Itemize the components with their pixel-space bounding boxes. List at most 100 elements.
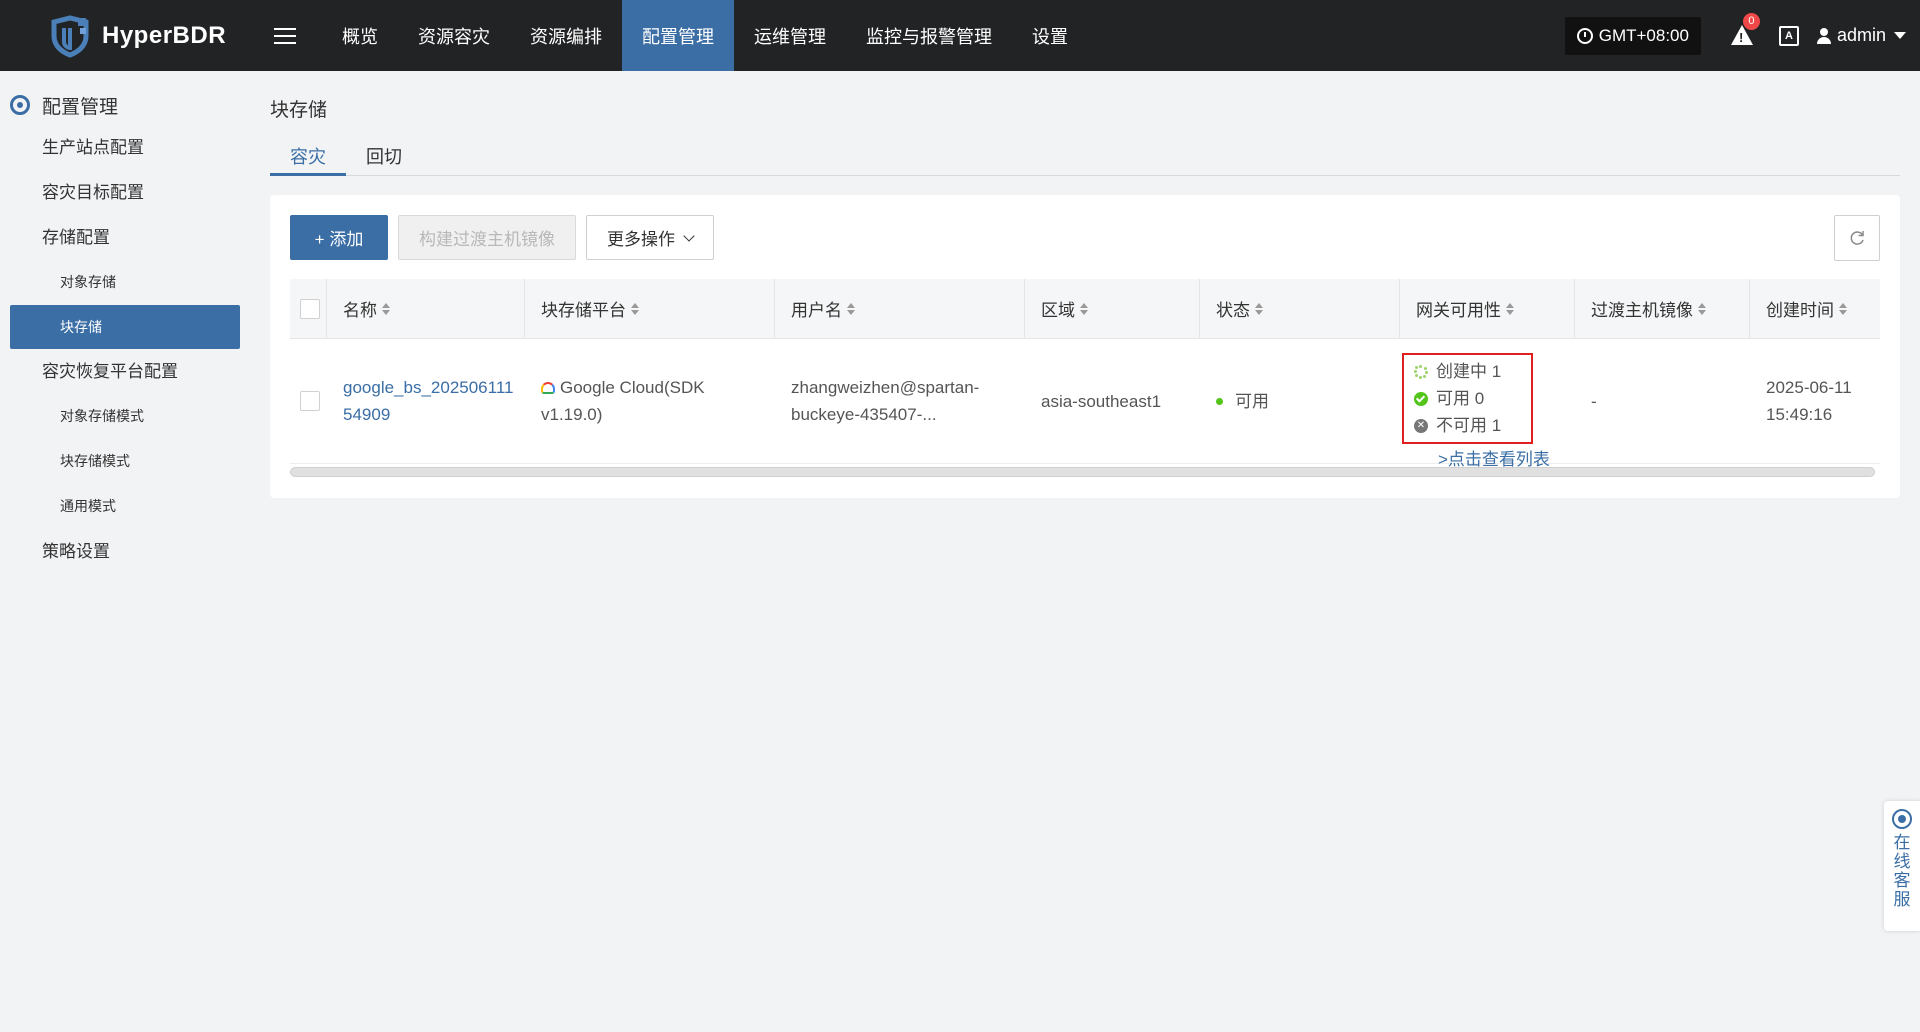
username-text-cont: buckeye-435407-... [791,405,937,424]
header-checkbox-cell [290,278,327,339]
cell-created: 2025-06-11 15:49:16 [1750,374,1880,428]
cell-name[interactable]: google_bs_202506111 54909 [327,374,525,428]
sidebar-item-object-storage[interactable]: 对象存储 [0,260,250,305]
username: admin [1836,25,1886,45]
storage-name-link[interactable]: google_bs_202506111 [343,374,525,401]
sidebar-item-block-storage[interactable]: 块存储 [10,305,240,349]
nav-ops-management[interactable]: 运维管理 [734,0,846,71]
table-row: google_bs_202506111 54909 Google Cloud(S… [290,339,1880,469]
main-content: 块存储 容灾 回切 + 添加 构建过渡主机镜像 更多操作 名称 块存储平台 用户… [270,71,1900,498]
horizontal-scrollbar[interactable] [290,467,1875,477]
user-menu[interactable]: admin [1816,25,1906,46]
tab-dr[interactable]: 容灾 [270,142,346,176]
row-checkbox[interactable] [300,391,320,411]
header-created[interactable]: 创建时间 [1750,279,1880,339]
close-circle-icon: ✕ [1414,418,1428,433]
online-support-widget[interactable]: 在线客服 [1884,801,1920,931]
headset-icon [1892,809,1912,829]
created-time: 15:49:16 [1766,405,1833,424]
sidebar-item-dr-platform-config[interactable]: 容灾恢复平台配置 [0,349,250,394]
chevron-down-icon [683,229,695,242]
more-actions-button[interactable]: 更多操作 [586,215,714,260]
sidebar-item-object-storage-mode[interactable]: 对象存储模式 [0,394,250,439]
status-dot-icon [1216,397,1223,405]
main-nav: 概览 资源容灾 资源编排 配置管理 运维管理 监控与报警管理 设置 [322,0,1088,71]
google-cloud-icon [541,382,555,394]
caret-down-icon [1894,32,1906,39]
tab-failback[interactable]: 回切 [346,142,422,176]
sidebar-item-storage-config[interactable]: 存储配置 [0,215,250,260]
tabs: 容灾 回切 [270,142,1900,176]
storage-card: + 添加 构建过渡主机镜像 更多操作 名称 块存储平台 用户名 区域 状态 网关… [270,195,1900,498]
timezone-label: GMT+08:00 [1598,25,1689,45]
gateway-available: 可用 0 [1414,385,1521,412]
sort-icon [1839,302,1847,315]
storage-name-link-cont[interactable]: 54909 [343,401,525,428]
nav-monitoring-alerts[interactable]: 监控与报警管理 [846,0,1012,71]
gateway-unavailable: ✕ 不可用 1 [1414,412,1521,439]
table-header: 名称 块存储平台 用户名 区域 状态 网关可用性 过渡主机镜像 创建时间 [290,278,1880,339]
nav-resource-orchestration[interactable]: 资源编排 [510,0,622,71]
gateway-highlight-box: 创建中 1 可用 0 ✕ 不可用 1 [1402,353,1533,444]
header-transition-image[interactable]: 过渡主机镜像 [1575,278,1750,339]
header-username[interactable]: 用户名 [775,278,1025,339]
sidebar-item-block-storage-mode[interactable]: 块存储模式 [0,439,250,484]
hyperbdr-logo-icon [51,14,89,58]
status-text: 可用 [1235,391,1269,411]
sidebar-header[interactable]: 配置管理 [0,85,250,125]
menu-toggle-icon[interactable] [274,23,296,49]
brand[interactable]: HyperBDR [0,14,260,58]
check-circle-icon [1414,391,1428,406]
cell-transition-image: - [1591,391,1597,411]
nav-resource-dr[interactable]: 资源容灾 [398,0,510,71]
sidebar-item-generic-mode[interactable]: 通用模式 [0,484,250,529]
header-gateway[interactable]: 网关可用性 [1400,278,1575,339]
header-status[interactable]: 状态 [1200,278,1400,339]
clock-icon [1576,27,1593,44]
nav-config-management[interactable]: 配置管理 [622,0,734,71]
header-name[interactable]: 名称 [327,278,525,339]
brand-name: HyperBDR [102,21,227,49]
sidebar-item-production-site[interactable]: 生产站点配置 [0,125,250,170]
header-username-label: 用户名 [791,301,842,320]
header-transition-image-label: 过渡主机镜像 [1591,301,1693,320]
sidebar-item-policy-settings[interactable]: 策略设置 [0,529,250,574]
toolbar: + 添加 构建过渡主机镜像 更多操作 [290,215,724,260]
platform-text: Google Cloud(SDK [560,378,705,397]
top-navbar: HyperBDR 概览 资源容灾 资源编排 配置管理 运维管理 监控与报警管理 … [0,0,1920,71]
sort-icon [1506,302,1514,315]
storage-table: 名称 块存储平台 用户名 区域 状态 网关可用性 过渡主机镜像 创建时间 goo… [290,278,1880,469]
header-status-label: 状态 [1216,301,1250,320]
build-image-button[interactable]: 构建过渡主机镜像 [398,215,576,260]
sort-icon [1080,302,1088,315]
created-date: 2025-06-11 [1766,378,1852,397]
alerts-button[interactable]: 0 [1730,12,1760,47]
cell-gateway: 创建中 1 可用 0 ✕ 不可用 1 >点击查看列表 [1400,353,1575,473]
sort-icon [1255,302,1263,315]
sort-icon [382,302,390,315]
more-actions-label: 更多操作 [607,230,675,249]
sidebar-item-dr-target[interactable]: 容灾目标配置 [0,170,250,215]
add-button[interactable]: + 添加 [290,215,388,260]
alert-count-badge: 0 [1742,12,1760,30]
header-platform[interactable]: 块存储平台 [525,278,775,339]
loading-spinner-icon [1414,364,1428,379]
header-platform-label: 块存储平台 [541,301,626,320]
language-icon[interactable]: A [1778,25,1799,46]
nav-settings[interactable]: 设置 [1012,0,1088,71]
select-all-checkbox[interactable] [300,298,320,319]
timezone-display[interactable]: GMT+08:00 [1564,16,1701,55]
sort-icon [1698,302,1706,315]
gateway-creating-text: 创建中 1 [1436,362,1502,381]
cell-status: 可用 [1200,388,1400,415]
user-icon [1816,27,1831,44]
gateway-available-text: 可用 0 [1436,389,1485,408]
sidebar: 配置管理 生产站点配置 容灾目标配置 存储配置 对象存储 块存储 容灾恢复平台配… [0,71,250,1032]
nav-overview[interactable]: 概览 [322,0,398,71]
header-region[interactable]: 区域 [1025,278,1200,339]
refresh-button[interactable] [1834,215,1880,261]
sort-icon [847,302,855,315]
username-text: zhangweizhen@spartan- [791,378,980,397]
cell-region: asia-southeast1 [1041,391,1162,411]
cell-username: zhangweizhen@spartan- buckeye-435407-... [775,374,1025,428]
